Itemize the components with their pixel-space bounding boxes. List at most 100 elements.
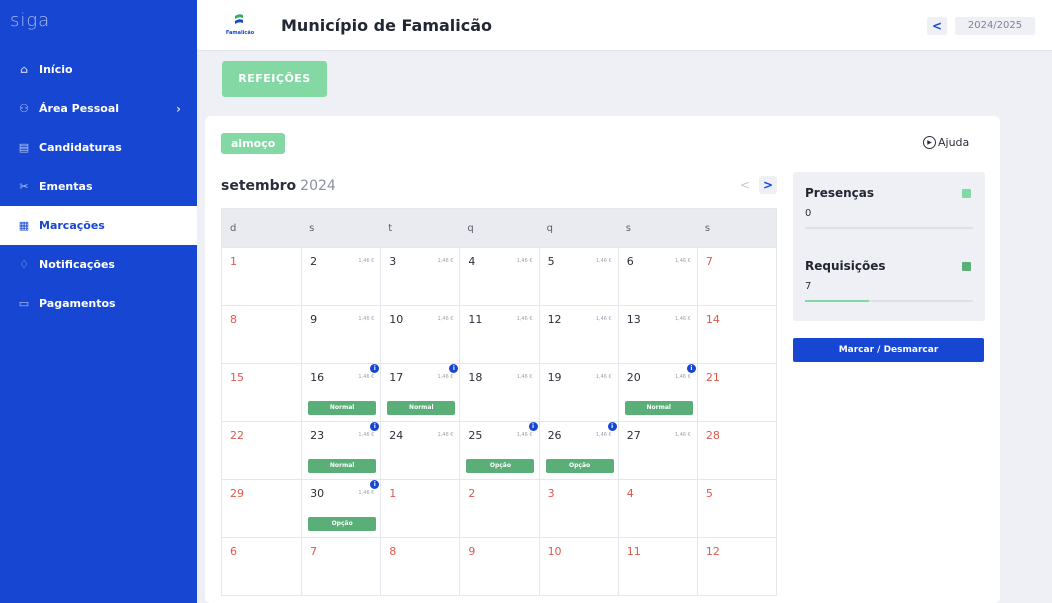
calendar-day-cell[interactable]: 15 [222,364,301,421]
info-icon[interactable]: i [370,480,380,489]
sidebar-item-marcacoes[interactable]: ▦ Marcações [0,206,197,245]
calendar-day-cell[interactable]: 5 1,46 € [538,248,618,305]
day-number: 11 [626,545,641,558]
calendar-day-cell[interactable]: 21 [696,364,776,421]
calendar-day-cell[interactable]: 4 [617,480,697,537]
next-month-button[interactable]: > [759,176,777,194]
sidebar-item-inicio[interactable]: ⌂ Início [0,50,197,89]
day-number: 28 [705,429,720,442]
top-header: Famalicão Município de Famalicão < 2024/… [197,0,1052,51]
calendar-day-cell[interactable]: 8 [222,306,301,363]
day-number: 6 [230,545,237,558]
requisicoes-color-square [962,262,971,271]
requisicoes-stat: Requisições 7 [805,259,973,302]
meal-price: 1,46 € [516,374,533,380]
calendar-day-cell[interactable]: 29 [222,480,301,537]
refeicoes-button[interactable]: REFEIÇÕES [222,61,327,97]
calendar-day-cell[interactable]: 25 1,46 € i Opção [459,422,538,479]
calendar-day-cell[interactable]: 2 [459,480,538,537]
day-number: 26 [547,429,562,442]
famalicao-logo: Famalicão [221,11,259,41]
info-icon[interactable]: i [370,422,380,431]
marcar-desmarcar-button[interactable]: Marcar / Desmarcar [793,338,984,362]
info-icon[interactable]: i [370,364,380,373]
page-title: Município de Famalicão [281,16,493,35]
day-number: 10 [389,313,404,326]
month-title: setembro 2024 [221,178,336,194]
previous-month-button[interactable]: < [736,176,754,194]
sidebar-item-area-pessoal[interactable]: ⚇ Área Pessoal › [0,89,197,128]
calendar-week: 8 9 1,46 € 10 1,46 € 11 1,46 € 12 1,46 € 13 1,46 €… [222,305,776,363]
calendar-day-cell[interactable]: 13 1,46 € [617,306,697,363]
meal-choice-tag[interactable]: Normal [308,459,377,473]
day-number: 6 [626,255,634,268]
meal-choice-tag[interactable]: Normal [308,401,377,415]
calendar-day-cell[interactable]: 4 1,46 € [459,248,538,305]
info-icon[interactable]: i [686,364,696,373]
day-number: 5 [705,487,713,500]
previous-year-button[interactable]: < [927,17,947,35]
calendar-day-cell[interactable]: 14 [696,306,776,363]
info-icon[interactable]: i [528,422,538,431]
meal-type-badge[interactable]: almoço [221,133,286,154]
sidebar-item-candidaturas[interactable]: ▤ Candidaturas [0,128,197,167]
calendar-day-cell[interactable]: 12 [696,538,776,595]
calendar-day-cell[interactable]: 9 [459,538,538,595]
calendar-day-cell[interactable]: 3 [538,480,618,537]
school-year-selector[interactable]: 2024/2025 [955,17,1035,35]
logo-wordmark: Famalicão [225,30,255,36]
calendar-day-cell[interactable]: 16 1,46 € i Normal [301,364,380,421]
sidebar-item-pagamentos[interactable]: ▭ Pagamentos [0,284,197,323]
help-link[interactable]: ▶ Ajuda [923,136,969,149]
meal-price: 1,46 € [516,432,533,438]
sidebar-item-notificacoes[interactable]: ♢ Notificações [0,245,197,284]
day-number: 9 [468,545,476,558]
calendar-day-cell[interactable]: 6 [222,538,301,595]
info-icon[interactable]: i [607,422,617,431]
calendar-day-cell[interactable]: 18 1,46 € [459,364,538,421]
day-number: 27 [626,429,641,442]
info-icon[interactable]: i [449,364,459,373]
calendar-day-cell[interactable]: 26 1,46 € i Opção [538,422,618,479]
calendar-day-cell[interactable]: 28 [696,422,776,479]
meal-price: 1,46 € [516,258,533,264]
requisicoes-label: Requisições [805,259,886,273]
calendar-day-cell[interactable]: 27 1,46 € [617,422,697,479]
calendar-day-cell[interactable]: 9 1,46 € [301,306,380,363]
calendar-day-cell[interactable]: 8 [380,538,459,595]
calendar-day-cell[interactable]: 6 1,46 € [617,248,697,305]
sidebar-item-ementas[interactable]: ✂ Ementas [0,167,197,206]
calendar-day-cell[interactable]: 2 1,46 € [301,248,380,305]
meal-price: 1,46 € [674,432,691,438]
calendar-day-cell[interactable]: 10 1,46 € [380,306,459,363]
calendar-day-cell[interactable]: 19 1,46 € [538,364,618,421]
summary-panel: Presenças 0 Requisições 7 [793,172,985,321]
flag-icon [235,14,243,24]
calendar-day-cell[interactable]: 7 [301,538,380,595]
weekday-label: t [388,223,393,234]
meal-choice-tag[interactable]: Normal [387,401,456,415]
calendar-day-cell[interactable]: 11 1,46 € [459,306,538,363]
meal-choice-tag[interactable]: Opção [466,459,535,473]
calendar-day-cell[interactable]: 20 1,46 € i Normal [617,364,697,421]
calendar-day-cell[interactable]: 5 [696,480,776,537]
home-icon: ⌂ [20,63,28,76]
calendar-day-cell[interactable]: 11 [617,538,697,595]
meal-choice-tag[interactable]: Opção [308,517,377,531]
calendar-day-cell[interactable]: 12 1,46 € [538,306,618,363]
calendar-day-cell[interactable]: 3 1,46 € [380,248,459,305]
calendar-day-cell[interactable]: 23 1,46 € i Normal [301,422,380,479]
calendar-day-cell[interactable]: 17 1,46 € i Normal [380,364,459,421]
calendar-day-cell[interactable]: 10 [538,538,618,595]
day-number: 18 [468,371,483,384]
calendar-day-cell[interactable]: 1 [222,248,301,305]
calendar-day-cell[interactable]: 30 1,46 € i Opção [301,480,380,537]
meal-choice-tag[interactable]: Opção [545,459,614,473]
calendar-day-cell[interactable]: 1 [380,480,459,537]
calendar-day-cell[interactable]: 22 [222,422,301,479]
calendar-day-cell[interactable]: 24 1,46 € [380,422,459,479]
calendar-day-cell[interactable]: 7 [696,248,776,305]
meal-price: 1,46 € [358,374,375,380]
meal-choice-tag[interactable]: Normal [624,401,693,415]
sidebar-item-label: Início [39,63,73,76]
